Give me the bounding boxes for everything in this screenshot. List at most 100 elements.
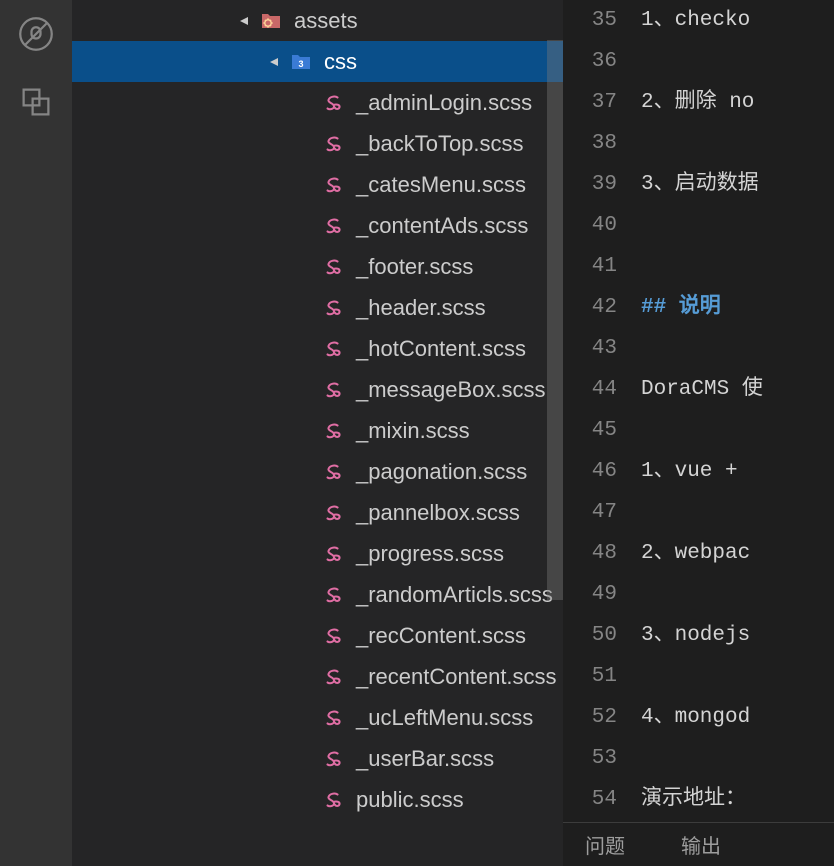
- file-label: _progress.scss: [356, 541, 504, 567]
- code-line: [641, 574, 834, 615]
- bug-disabled-icon[interactable]: [16, 14, 56, 54]
- file-label: _catesMenu.scss: [356, 172, 526, 198]
- file-label: _recContent.scss: [356, 623, 526, 649]
- folder-label: css: [324, 49, 357, 75]
- folder-label: assets: [294, 8, 358, 34]
- file-label: _header.scss: [356, 295, 486, 321]
- activity-bar: [0, 0, 72, 866]
- bottom-panel-tabs: 问题 输出: [563, 822, 834, 866]
- sass-icon: [320, 748, 346, 770]
- code-line: [641, 328, 834, 369]
- line-number: 44: [563, 369, 617, 410]
- code-line: [641, 123, 834, 164]
- code-line: 演示地址：: [641, 779, 834, 820]
- code-line: 2、webpac: [641, 533, 834, 574]
- file-label: _messageBox.scss: [356, 377, 546, 403]
- file-item[interactable]: _randomArticls.scss: [72, 574, 563, 615]
- code-line: [641, 492, 834, 533]
- code-content[interactable]: 1、checko 2、删除 no 3、启动数据 ## 说明 DoraCMS 使 1、vue…: [641, 0, 834, 822]
- file-label: _randomArticls.scss: [356, 582, 553, 608]
- sass-icon: [320, 92, 346, 114]
- line-number: 53: [563, 738, 617, 779]
- line-number: 37: [563, 82, 617, 123]
- file-item[interactable]: _recContent.scss: [72, 615, 563, 656]
- file-item[interactable]: _hotContent.scss: [72, 328, 563, 369]
- folder-gear-icon: [258, 9, 284, 33]
- sass-icon: [320, 461, 346, 483]
- line-number: 50: [563, 615, 617, 656]
- sass-icon: [320, 297, 346, 319]
- code-line: 1、checko: [641, 0, 834, 41]
- file-label: _pannelbox.scss: [356, 500, 520, 526]
- sass-icon: [320, 420, 346, 442]
- file-item[interactable]: _catesMenu.scss: [72, 164, 563, 205]
- chevron-icon[interactable]: [236, 15, 252, 27]
- file-item[interactable]: _adminLogin.scss: [72, 82, 563, 123]
- sass-icon: [320, 174, 346, 196]
- code-line: 3、nodejs: [641, 615, 834, 656]
- file-label: _hotContent.scss: [356, 336, 526, 362]
- sass-icon: [320, 338, 346, 360]
- file-label: _recentContent.scss: [356, 664, 557, 690]
- sass-icon: [320, 543, 346, 565]
- file-item[interactable]: _contentAds.scss: [72, 205, 563, 246]
- tab-output[interactable]: 输出: [681, 830, 721, 859]
- sass-icon: [320, 584, 346, 606]
- file-item[interactable]: _messageBox.scss: [72, 369, 563, 410]
- code-line: [641, 410, 834, 451]
- line-number: 46: [563, 451, 617, 492]
- file-item[interactable]: _ucLeftMenu.scss: [72, 697, 563, 738]
- file-label: _contentAds.scss: [356, 213, 528, 239]
- editor-area: 3536373839404142434445464748495051525354…: [563, 0, 834, 866]
- file-item[interactable]: _recentContent.scss: [72, 656, 563, 697]
- file-item[interactable]: _footer.scss: [72, 246, 563, 287]
- line-number: 40: [563, 205, 617, 246]
- file-item[interactable]: _backToTop.scss: [72, 123, 563, 164]
- line-number: 48: [563, 533, 617, 574]
- line-number: 43: [563, 328, 617, 369]
- sass-icon: [320, 707, 346, 729]
- sass-icon: [320, 256, 346, 278]
- file-label: _pagonation.scss: [356, 459, 527, 485]
- file-explorer: assets 3 css _adminLogin.scss _backToTop.scs…: [72, 0, 563, 866]
- file-item[interactable]: _mixin.scss: [72, 410, 563, 451]
- file-item[interactable]: _pagonation.scss: [72, 451, 563, 492]
- file-item[interactable]: _progress.scss: [72, 533, 563, 574]
- folder-css-icon: 3: [288, 50, 314, 74]
- code-line: ## 说明: [641, 287, 834, 328]
- file-item[interactable]: _header.scss: [72, 287, 563, 328]
- line-number: 49: [563, 574, 617, 615]
- references-icon[interactable]: [16, 82, 56, 122]
- svg-text:3: 3: [298, 59, 303, 69]
- line-number: 39: [563, 164, 617, 205]
- sidebar-scrollbar-thumb[interactable]: [547, 40, 563, 600]
- file-label: _userBar.scss: [356, 746, 494, 772]
- file-label: public.scss: [356, 787, 464, 813]
- chevron-icon[interactable]: [266, 56, 282, 68]
- line-number: 36: [563, 41, 617, 82]
- sass-icon: [320, 625, 346, 647]
- line-number: 51: [563, 656, 617, 697]
- sass-icon: [320, 502, 346, 524]
- tab-problems[interactable]: 问题: [585, 830, 625, 859]
- line-number: 38: [563, 123, 617, 164]
- code-line: [641, 205, 834, 246]
- sass-icon: [320, 215, 346, 237]
- file-item[interactable]: public.scss: [72, 779, 563, 820]
- file-label: _backToTop.scss: [356, 131, 524, 157]
- file-label: _ucLeftMenu.scss: [356, 705, 533, 731]
- code-line: 2、删除 no: [641, 82, 834, 123]
- folder-assets[interactable]: assets: [72, 0, 563, 41]
- file-item[interactable]: _userBar.scss: [72, 738, 563, 779]
- line-number: 45: [563, 410, 617, 451]
- code-line: 1、vue +: [641, 451, 834, 492]
- file-label: _adminLogin.scss: [356, 90, 532, 116]
- code-line: 3、启动数据: [641, 164, 834, 205]
- line-number: 41: [563, 246, 617, 287]
- folder-css[interactable]: 3 css: [72, 41, 563, 82]
- file-item[interactable]: _pannelbox.scss: [72, 492, 563, 533]
- code-line: 4、mongod: [641, 697, 834, 738]
- code-line: [641, 246, 834, 287]
- code-line: DoraCMS 使: [641, 369, 834, 410]
- sass-icon: [320, 133, 346, 155]
